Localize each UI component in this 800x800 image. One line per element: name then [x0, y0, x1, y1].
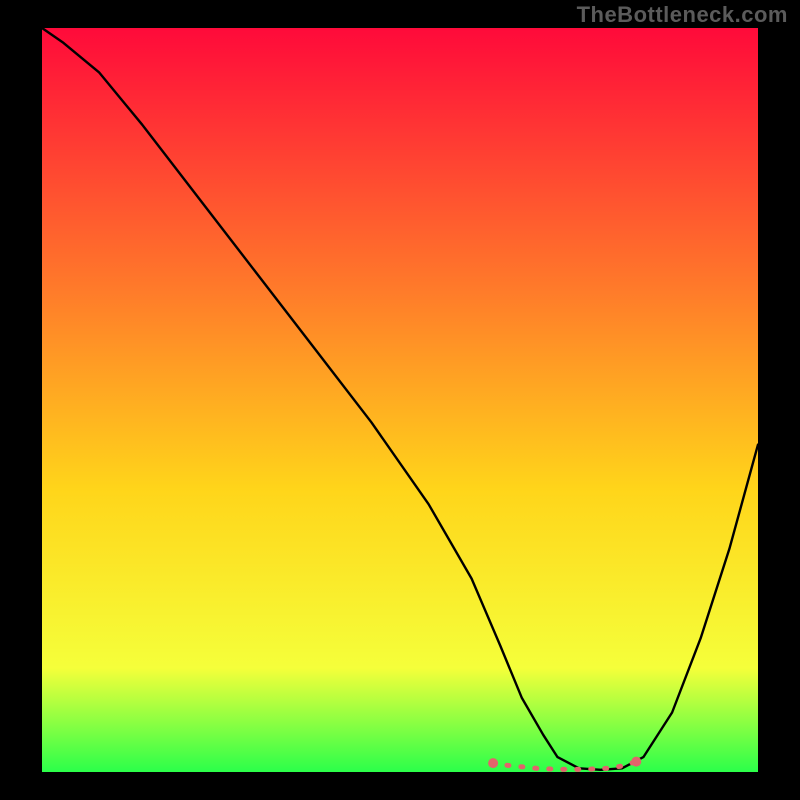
- plot-background: [42, 28, 758, 772]
- chart-svg: [0, 0, 800, 800]
- marker-dot: [488, 758, 498, 768]
- marker-dot: [631, 757, 641, 767]
- watermark-text: TheBottleneck.com: [577, 2, 788, 28]
- chart-frame: { "watermark": "TheBottleneck.com", "col…: [0, 0, 800, 800]
